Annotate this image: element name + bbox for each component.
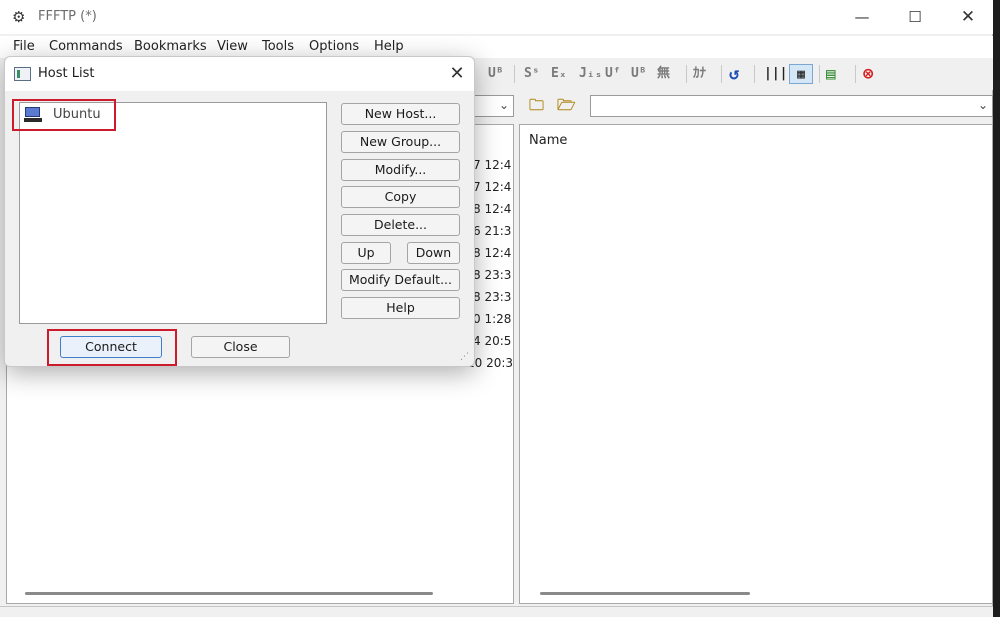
host-list-box[interactable]: Ubuntu (19, 102, 327, 324)
menu-commands[interactable]: Commands (49, 39, 123, 54)
chevron-down-icon: ⌄ (977, 98, 988, 112)
open-folder-icon[interactable]: 🗁 (557, 95, 576, 115)
file-time-cell: 7 12:4 (473, 180, 512, 194)
menu-tools[interactable]: Tools (262, 39, 294, 54)
toolbar-separator (514, 65, 515, 83)
copy-button[interactable]: Copy (341, 186, 460, 208)
connect-button[interactable]: Connect (60, 336, 162, 358)
toolbar-separator (721, 65, 722, 83)
file-time-cell: 4 20:5 (473, 334, 512, 348)
file-time-cell: 8 12:4 (473, 202, 512, 216)
toolbar-separator (686, 65, 687, 83)
modify-button[interactable]: Modify... (341, 159, 460, 181)
status-bar (0, 606, 993, 617)
local-horizontal-scrollbar[interactable] (25, 592, 433, 595)
host-list-icon (14, 67, 31, 81)
dialog-title-bar: Host List ✕ (5, 57, 474, 91)
utf8-icon[interactable]: Uᶠ (605, 64, 621, 84)
close-button[interactable]: Close (191, 336, 290, 358)
jis-icon[interactable]: Jᵢₛ (579, 64, 602, 84)
up-folder-icon[interactable]: 🗀 (529, 95, 544, 115)
list-view-icon[interactable]: ||| (764, 64, 787, 84)
resize-grip[interactable]: ⋰ (460, 352, 469, 362)
ffftp-app-icon: ⚙ (12, 8, 26, 26)
no-conversion-icon[interactable]: 無 (657, 64, 670, 84)
toolbar-separator (855, 65, 856, 83)
file-time-cell: 8 23:3 (473, 290, 512, 304)
remote-path-combo[interactable]: ⌄ (590, 95, 993, 117)
modify-default-button[interactable]: Modify Default... (341, 269, 460, 291)
menu-bookmarks[interactable]: Bookmarks (134, 39, 207, 54)
toolbar-separator (819, 65, 820, 83)
down-button[interactable]: Down (407, 242, 460, 264)
new-host-button[interactable]: New Host... (341, 103, 460, 125)
toolbar-separator (754, 65, 755, 83)
file-time-cell: 8 23:3 (473, 268, 512, 282)
utf8-bom-icon[interactable]: Uᴮ (488, 64, 504, 84)
ubuntu-highlight-box (12, 99, 116, 131)
host-list-dialog: Host List ✕ Ubuntu New Host... New Group… (4, 56, 475, 367)
minimize-button[interactable]: — (835, 0, 889, 34)
sync-icon[interactable]: ▤ (826, 64, 836, 84)
stop-icon[interactable]: ⊗ (863, 64, 873, 84)
title-bar: ⚙ FFFTP (*) — ☐ ✕ (0, 0, 993, 34)
remote-horizontal-scrollbar[interactable] (540, 592, 750, 595)
menu-options[interactable]: Options (309, 39, 359, 54)
file-time-cell: 8 12:4 (473, 246, 512, 260)
kana-icon[interactable]: ｶﾅ (693, 64, 706, 84)
menu-bar: File Commands Bookmarks View Tools Optio… (0, 36, 993, 58)
chevron-down-icon: ⌄ (498, 98, 509, 112)
refresh-icon[interactable]: ↺ (729, 64, 739, 84)
file-time-cell: 6 21:3 (473, 224, 512, 238)
menu-help[interactable]: Help (374, 39, 404, 54)
close-icon[interactable]: ✕ (443, 60, 471, 88)
file-time-cell: 0 1:28 (473, 312, 512, 326)
background-strip (993, 0, 1000, 617)
sjis-icon[interactable]: Sˢ (524, 64, 540, 84)
dialog-title: Host List (38, 66, 95, 81)
close-window-button[interactable]: ✕ (941, 0, 995, 34)
detail-view-icon[interactable]: ▦ (789, 64, 813, 84)
remote-file-pane[interactable]: Name (519, 124, 993, 604)
maximize-button[interactable]: ☐ (888, 0, 942, 34)
menu-file[interactable]: File (13, 39, 35, 54)
euc-icon[interactable]: Eₓ (551, 64, 567, 84)
help-button[interactable]: Help (341, 297, 460, 319)
menu-view[interactable]: View (217, 39, 248, 54)
file-time-cell: 7 12:4 (473, 158, 512, 172)
up-button[interactable]: Up (341, 242, 391, 264)
window-title: FFFTP (*) (38, 9, 97, 24)
utf8-bom-icon-2[interactable]: Uᴮ (631, 64, 647, 84)
delete-button[interactable]: Delete... (341, 214, 460, 236)
column-header-name[interactable]: Name (529, 133, 567, 148)
new-group-button[interactable]: New Group... (341, 131, 460, 153)
